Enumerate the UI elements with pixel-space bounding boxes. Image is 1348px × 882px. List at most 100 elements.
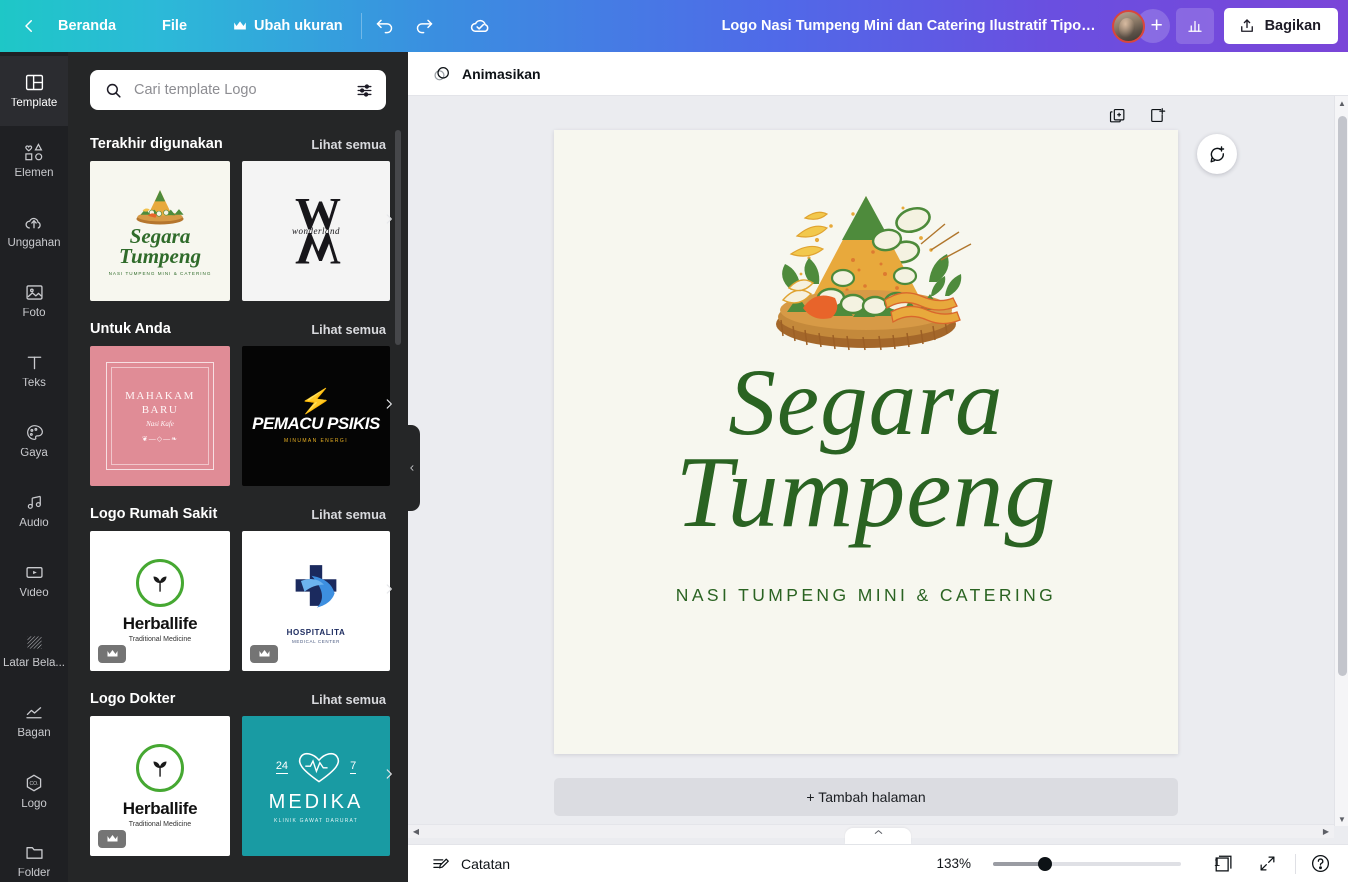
sidebar-item-video[interactable]: Video	[0, 546, 68, 616]
svg-text:CO.: CO.	[29, 781, 38, 787]
scroll-up-button[interactable]: ▲	[1335, 96, 1348, 110]
page-count: 1	[1214, 857, 1220, 869]
section-logo-rumah-sakit: Logo Rumah Sakit Lihat semua Herballife …	[68, 506, 408, 671]
sidebar-item-unggahan[interactable]: Unggahan	[0, 196, 68, 266]
see-all-link[interactable]: Lihat semua	[311, 137, 386, 152]
add-page-button[interactable]	[1144, 102, 1170, 128]
template-tile-herballife[interactable]: Herballife Traditional Medicine	[90, 531, 230, 671]
undo-icon	[374, 16, 395, 37]
home-label: Beranda	[58, 18, 116, 34]
crown-icon	[233, 20, 247, 32]
carousel-next-button[interactable]	[378, 393, 400, 415]
text-icon	[24, 352, 45, 373]
chevron-right-icon	[382, 579, 396, 599]
sidebar-item-logo[interactable]: CO. Logo	[0, 756, 68, 826]
animate-label: Animasikan	[462, 66, 541, 82]
scroll-down-button[interactable]: ▼	[1335, 812, 1348, 826]
insights-button[interactable]	[1176, 8, 1214, 44]
tile-ornament: ❦—◇—❧	[142, 435, 178, 443]
sidebar-item-foto[interactable]: Foto	[0, 266, 68, 336]
template-tile-mahakam-baru[interactable]: MAHAKAM BARU Nasi Kafe ❦—◇—❧	[90, 346, 230, 486]
panel-scrollbar[interactable]	[395, 130, 401, 345]
home-button[interactable]: Beranda	[46, 11, 128, 41]
help-icon	[1310, 853, 1331, 874]
add-page-bar[interactable]: + Tambah halaman	[554, 778, 1178, 816]
animate-button[interactable]: Animasikan	[422, 58, 551, 90]
cloud-save-status[interactable]	[464, 9, 498, 43]
see-all-link[interactable]: Lihat semua	[311, 507, 386, 522]
section-header: Logo Dokter Lihat semua	[90, 691, 386, 707]
sidebar-item-folder[interactable]: Folder	[0, 826, 68, 882]
bottom-panel-collapse-button[interactable]	[845, 828, 911, 844]
tile-title: HOSPITALITA	[287, 628, 346, 637]
add-comment-button[interactable]	[1197, 134, 1237, 174]
help-button[interactable]	[1306, 850, 1334, 878]
filter-sliders-icon[interactable]	[355, 81, 374, 100]
fullscreen-button[interactable]	[1253, 850, 1281, 878]
crown-icon	[258, 649, 271, 659]
tile-frame: MAHAKAM BARU Nasi Kafe ❦—◇—❧	[106, 362, 214, 470]
sidebar-item-elemen[interactable]: Elemen	[0, 126, 68, 196]
sidebar-item-bagan[interactable]: Bagan	[0, 686, 68, 756]
logo-title: Segara Tumpeng	[554, 358, 1178, 541]
tile-subtitle: Traditional Medicine	[129, 821, 191, 828]
search-box[interactable]	[90, 70, 386, 110]
chart-line-icon	[23, 702, 45, 723]
sidebar-label-unggahan: Unggahan	[7, 238, 60, 250]
section-title: Logo Rumah Sakit	[90, 506, 217, 522]
notes-icon	[431, 854, 451, 874]
panel-collapse-button[interactable]	[404, 425, 420, 511]
heart-pulse-icon	[293, 749, 345, 785]
cloud-saved-icon	[469, 15, 492, 38]
back-button[interactable]	[12, 9, 46, 43]
see-all-link[interactable]: Lihat semua	[311, 322, 386, 337]
sidebar-item-audio[interactable]: Audio	[0, 476, 68, 546]
zoom-slider-handle[interactable]	[1038, 857, 1052, 871]
see-all-link[interactable]: Lihat semua	[311, 692, 386, 707]
sidebar-label-gaya: Gaya	[20, 448, 48, 460]
tile-subtitle: NASI TUMPENG MINI & CATERING	[109, 271, 212, 276]
avatar[interactable]	[1112, 10, 1145, 43]
pages-button[interactable]: 1	[1209, 850, 1239, 878]
zoom-slider[interactable]	[993, 862, 1181, 866]
template-tile-segara-tumpeng[interactable]: Segara Tumpeng NASI TUMPENG MINI & CATER…	[90, 161, 230, 301]
chevron-right-icon	[382, 764, 396, 784]
sidebar-item-template[interactable]: Template	[0, 56, 68, 126]
file-menu[interactable]: File	[150, 11, 199, 41]
scroll-left-button[interactable]: ◀	[410, 827, 422, 836]
redo-button[interactable]	[408, 9, 442, 43]
template-tile-wonderland[interactable]: W wonderland W	[242, 161, 390, 301]
template-tile-herballife-2[interactable]: Herballife Traditional Medicine	[90, 716, 230, 856]
sidebar-item-teks[interactable]: Teks	[0, 336, 68, 406]
video-icon	[24, 562, 45, 583]
section-header: Logo Rumah Sakit Lihat semua	[90, 506, 386, 522]
canvas-vertical-scrollbar[interactable]: ▲ ▼	[1334, 96, 1348, 826]
scroll-right-button[interactable]: ▶	[1320, 827, 1332, 836]
duplicate-page-button[interactable]	[1104, 102, 1130, 128]
file-label: File	[162, 18, 187, 34]
background-icon	[24, 632, 45, 653]
tile-row: MAHAKAM BARU Nasi Kafe ❦—◇—❧ ⚡ PEMACU PS…	[90, 346, 386, 486]
sidebar-item-gaya[interactable]: Gaya	[0, 406, 68, 476]
carousel-next-button[interactable]	[378, 763, 400, 785]
design-canvas[interactable]: Segara Tumpeng NASI TUMPENG MINI & CATER…	[554, 130, 1178, 754]
template-tile-hospitalita[interactable]: HOSPITALITA MEDICAL CENTER	[242, 531, 390, 671]
scroll-thumb[interactable]	[1338, 116, 1347, 676]
document-title[interactable]: Logo Nasi Tumpeng Mini dan Catering Ilus…	[712, 12, 1112, 40]
photo-icon	[24, 282, 45, 303]
resize-button[interactable]: Ubah ukuran	[221, 11, 355, 41]
notes-button[interactable]: Catatan	[422, 849, 519, 879]
template-icon	[24, 72, 45, 93]
template-list[interactable]: Terakhir digunakan Lihat semua	[68, 120, 408, 882]
share-button[interactable]: Bagikan	[1224, 8, 1338, 44]
tile-subtitle: KLINIK GAWAT DARURAT	[274, 818, 358, 824]
template-tile-medika[interactable]: 24 7 MEDIKA KLINIK GAWAT DARURAT	[242, 716, 390, 856]
sidebar-item-latar-belakang[interactable]: Latar Bela...	[0, 616, 68, 686]
sidebar-label-foto: Foto	[22, 308, 45, 320]
undo-button[interactable]	[368, 9, 402, 43]
carousel-next-button[interactable]	[378, 578, 400, 600]
search-input[interactable]	[134, 82, 344, 98]
template-tile-pemacu-psikis[interactable]: ⚡ PEMACU PSIKIS MINUMAN ENERGI	[242, 346, 390, 486]
tile-subtitle: Traditional Medicine	[129, 636, 191, 643]
crown-icon	[106, 649, 119, 659]
